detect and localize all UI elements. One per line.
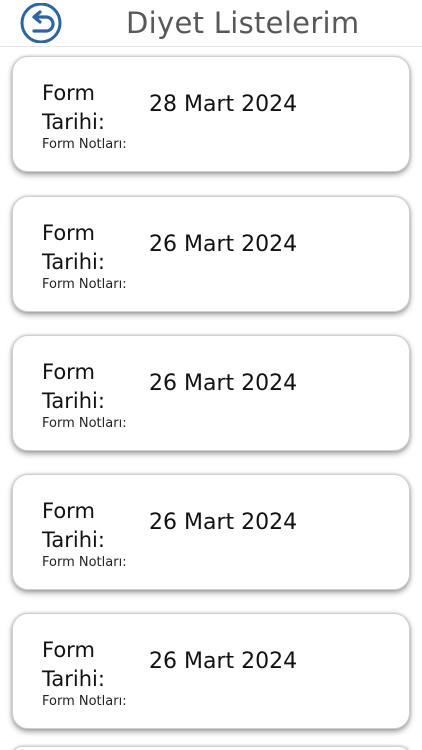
page-title: Diyet Listelerim — [126, 6, 360, 40]
form-notes-label: Form Notları: — [42, 694, 127, 709]
back-arrow-icon — [20, 3, 62, 43]
form-date-label: Form Tarihi: — [42, 638, 105, 691]
diet-form-card-partial[interactable] — [12, 746, 410, 750]
form-date-value: 26 Mart 2024 — [149, 649, 298, 674]
diet-form-card[interactable]: Form Tarihi: 26 Mart 2024 Form Notları: — [12, 335, 410, 451]
diet-form-card[interactable]: Form Tarihi: 26 Mart 2024 Form Notları: — [12, 613, 410, 729]
form-date-label: Form Tarihi: — [42, 360, 105, 413]
form-notes-label: Form Notları: — [42, 416, 127, 431]
form-notes-label: Form Notları: — [42, 277, 127, 292]
diet-lists-screen: Diyet Listelerim Form Tarihi: 28 Mart 20… — [0, 0, 422, 750]
form-notes-label: Form Notları: — [42, 555, 127, 570]
form-date-label: Form Tarihi: — [42, 81, 105, 134]
header-bar: Diyet Listelerim — [0, 0, 422, 47]
diet-form-list: Form Tarihi: 28 Mart 2024 Form Notları: … — [0, 47, 422, 750]
form-date-label: Form Tarihi: — [42, 221, 105, 274]
form-date-label: Form Tarihi: — [42, 499, 105, 552]
form-date-value: 28 Mart 2024 — [149, 92, 298, 117]
form-notes-label: Form Notları: — [42, 137, 127, 152]
back-button[interactable] — [18, 3, 64, 43]
form-date-value: 26 Mart 2024 — [149, 371, 298, 396]
diet-form-card[interactable]: Form Tarihi: 26 Mart 2024 Form Notları: — [12, 474, 410, 590]
diet-form-card[interactable]: Form Tarihi: 28 Mart 2024 Form Notları: — [12, 56, 410, 172]
diet-form-card[interactable]: Form Tarihi: 26 Mart 2024 Form Notları: — [12, 196, 410, 312]
form-date-value: 26 Mart 2024 — [149, 232, 298, 257]
form-date-value: 26 Mart 2024 — [149, 510, 298, 535]
